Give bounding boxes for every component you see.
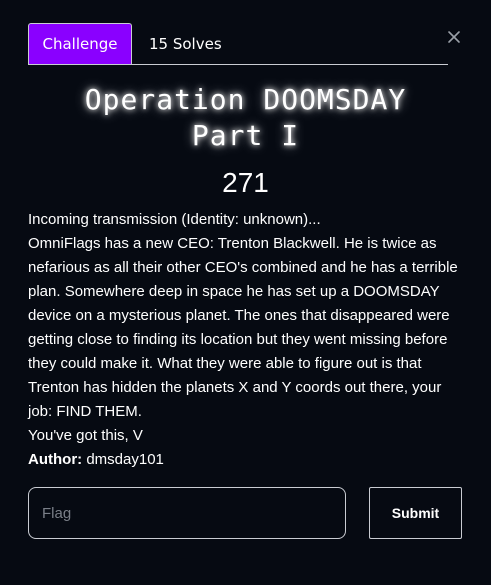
author-line: Author: dmsday101 xyxy=(28,448,468,472)
challenge-title-line-2: Part I xyxy=(191,119,300,152)
challenge-modal: Challenge 15 Solves Operation DOOMSDAY P… xyxy=(0,0,491,585)
challenge-description: Incoming transmission (Identity: unknown… xyxy=(28,208,468,472)
description-paragraph: OmniFlags has a new CEO: Trenton Blackwe… xyxy=(28,235,458,420)
tab-challenge[interactable]: Challenge xyxy=(28,23,132,64)
description-line: Incoming transmission (Identity: unknown… xyxy=(28,211,321,228)
tab-challenge-label: Challenge xyxy=(42,35,118,53)
challenge-points: 271 xyxy=(222,167,269,198)
author-label: Author: xyxy=(28,451,83,468)
tab-solves-label: 15 Solves xyxy=(149,34,222,53)
challenge-tabs: Challenge 15 Solves xyxy=(28,23,448,65)
tab-solves[interactable]: 15 Solves xyxy=(132,23,222,64)
description-signoff: You've got this, V xyxy=(28,427,143,444)
challenge-title-line-1: Operation DOOMSDAY xyxy=(84,83,407,116)
challenge-title: Operation DOOMSDAY Part I xyxy=(0,82,491,154)
close-icon[interactable] xyxy=(446,29,462,45)
author-name: dmsday101 xyxy=(86,451,164,468)
flag-input[interactable] xyxy=(28,487,346,539)
submit-button[interactable]: Submit xyxy=(369,487,462,539)
